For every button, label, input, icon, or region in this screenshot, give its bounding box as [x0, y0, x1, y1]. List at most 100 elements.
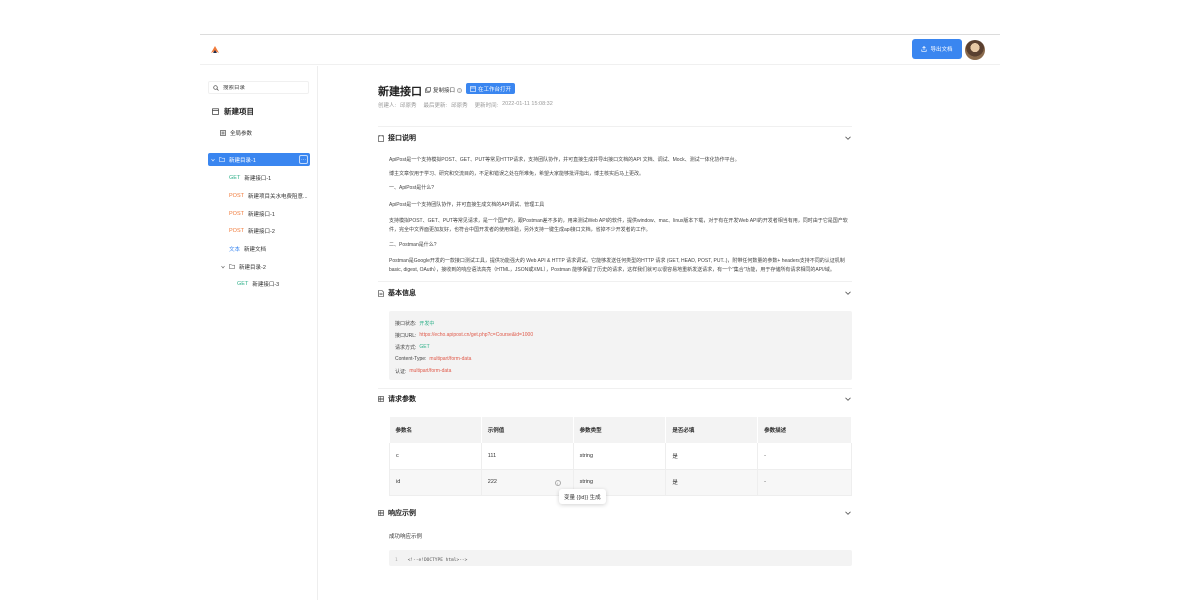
info-row-content-type: Content-Type: multipart/form-data	[395, 356, 471, 362]
project-title: 新建项目	[212, 106, 254, 117]
document-icon	[378, 289, 384, 297]
description-paragraph: 博主文章仅用于学习、研究和交流目的，不足和错误之处在所难免，希望大家能够批评指出…	[389, 171, 645, 177]
variable-tooltip: 变量 {{id}} 生成	[559, 489, 606, 504]
section-divider	[378, 281, 852, 282]
table-row: id 222 i string 是 -	[389, 469, 852, 496]
sidebar-item-api[interactable]: POST 新建接口-2	[229, 224, 275, 237]
doc-badge: 文本	[229, 246, 241, 253]
response-code-block[interactable]: 1 <!--e!DOCTYPE html>-->	[389, 550, 852, 566]
sidebar-item-api[interactable]: POST 新建项目关水电费阻意...	[229, 189, 308, 202]
info-row-method: 请求方式: GET	[395, 344, 430, 351]
copy-api-button[interactable]: 复制接口 ?	[425, 86, 463, 94]
global-params-label: 全局参数	[230, 131, 253, 137]
table-cell: string	[573, 443, 667, 470]
column-header: 参数类型	[573, 417, 667, 443]
info-value: multipart/form-data	[429, 356, 472, 362]
api-label: 新建接口-1	[244, 175, 272, 182]
info-row-status: 接口状态: 开发中	[395, 320, 434, 327]
sidebar-item-api[interactable]: GET 新建接口-1	[229, 171, 271, 184]
description-paragraph: 支持模拟POST、GET、PUT等常见请求，是一个国产的，跟Postman差不多…	[389, 218, 848, 233]
updater-value: 邱原秀	[451, 103, 468, 109]
section-title: 请求参数	[388, 396, 416, 403]
api-label: 新建项目关水电费阻意...	[247, 193, 308, 200]
section-header-response[interactable]: 响应示例	[378, 507, 852, 519]
sidebar: 新建项目 全局参数 新建目录-1 ··· GET 新建接口-1 POST 新建项…	[200, 66, 318, 600]
api-label: 新建接口-2	[247, 228, 275, 235]
info-value: multipart/form-data	[409, 368, 452, 374]
section-title: 基本信息	[388, 290, 416, 297]
section-title: 接口说明	[388, 135, 416, 142]
info-value: GET	[419, 344, 430, 350]
method-badge: POST	[229, 210, 244, 217]
user-avatar[interactable]	[965, 40, 985, 60]
params-icon	[220, 130, 226, 136]
api-label: 新建接口-1	[247, 211, 275, 218]
params-table: 参数名 示例值 参数类型 是否必填 参数描述 c 111 string 是 - …	[389, 417, 852, 496]
sidebar-search[interactable]	[208, 81, 309, 94]
export-doc-button[interactable]: 导出文档	[912, 39, 962, 59]
info-label: 请求方式:	[395, 345, 417, 351]
chevron-down-icon[interactable]	[844, 395, 852, 403]
creator-label: 创建人:	[378, 103, 397, 109]
info-row-url: 接口URL: https://echo.apipost.cn/get.php?c…	[395, 332, 533, 339]
folder-collapse-icon	[211, 158, 215, 161]
creator-value: 邱原秀	[400, 103, 417, 109]
info-label: 接口状态:	[395, 321, 417, 327]
cell-value: 222	[487, 478, 497, 485]
info-value[interactable]: https://echo.apipost.cn/get.php?c=Course…	[419, 332, 533, 339]
search-input[interactable]	[223, 84, 303, 91]
folder-label: 新建目录-2	[239, 264, 266, 271]
column-header: 参数名	[389, 417, 482, 443]
section-divider	[378, 126, 852, 127]
column-header: 是否必填	[665, 417, 759, 443]
table-row: c 111 string 是 -	[389, 443, 852, 470]
table-cell: 是	[665, 443, 759, 470]
description-paragraph: 一、ApiPost是什么?	[389, 185, 435, 191]
global-params-item[interactable]: 全局参数	[220, 129, 252, 137]
chevron-down-icon[interactable]	[844, 134, 852, 142]
apipost-logo-icon[interactable]	[210, 45, 220, 55]
copy-api-label: 复制接口	[433, 88, 456, 94]
open-in-workbench-label: 在工作台打开	[478, 86, 512, 93]
table-cell: -	[757, 443, 852, 470]
folder-label: 新建目录-1	[229, 157, 256, 164]
method-badge: POST	[229, 192, 244, 199]
search-icon	[213, 84, 219, 91]
sidebar-item-doc[interactable]: 文本 新建文档	[229, 242, 266, 255]
description-paragraph: ApiPost是一个支持团队协作，并可直接生成文档的API调试、管理工具	[389, 202, 545, 208]
sidebar-folder-2[interactable]: 新建目录-2	[221, 260, 266, 273]
section-header-basic[interactable]: 基本信息	[378, 287, 852, 299]
chevron-down-icon[interactable]	[844, 289, 852, 297]
open-in-workbench-button[interactable]: 在工作台打开	[466, 83, 516, 94]
time-value: 2022-01-11 15:08:32	[502, 101, 553, 107]
sidebar-item-api[interactable]: GET 新建接口-3	[237, 277, 279, 290]
project-icon	[212, 108, 219, 115]
table-icon	[378, 510, 384, 516]
workbench-icon	[470, 85, 476, 92]
doc-label: 新建文档	[244, 246, 267, 253]
column-header: 示例值	[481, 417, 574, 443]
page-title: 新建接口	[378, 86, 422, 98]
table-cell: -	[757, 469, 852, 496]
method-badge: GET	[229, 174, 241, 181]
table-cell: 是	[665, 469, 759, 496]
basic-info-box: 接口状态: 开发中 接口URL: https://echo.apipost.cn…	[389, 311, 852, 380]
folder-more-button[interactable]: ···	[299, 155, 308, 164]
api-label: 新建接口-3	[252, 281, 280, 288]
section-header-params[interactable]: 请求参数	[378, 393, 852, 405]
app-header: 导出文档	[200, 35, 1000, 65]
description-paragraph: ApiPost是一个支持模拟POST、GET、PUT等常见HTTP请求，支持团队…	[389, 157, 740, 163]
project-name: 新建项目	[224, 107, 254, 116]
time-label: 更新时间:	[474, 103, 499, 109]
chevron-down-icon[interactable]	[844, 509, 852, 517]
sidebar-item-api[interactable]: POST 新建接口-1	[229, 207, 275, 220]
method-badge: POST	[229, 227, 244, 234]
section-header-description[interactable]: 接口说明	[378, 132, 852, 144]
column-header: 参数描述	[757, 417, 852, 443]
table-cell: c	[389, 443, 482, 470]
info-value: 开发中	[419, 321, 435, 327]
share-icon	[921, 46, 928, 52]
sidebar-folder-1[interactable]: 新建目录-1 ···	[208, 153, 310, 166]
updater-label: 最后更新:	[423, 103, 448, 109]
info-icon[interactable]: i	[554, 479, 561, 486]
